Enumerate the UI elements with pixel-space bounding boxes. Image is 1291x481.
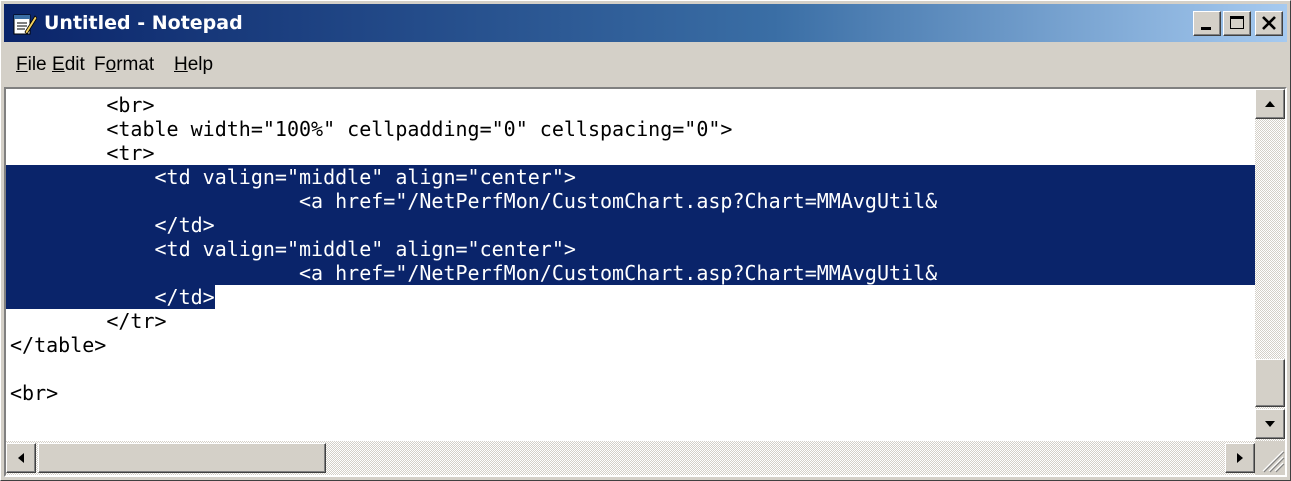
scroll-down-button[interactable] bbox=[1255, 409, 1285, 439]
scroll-right-button[interactable] bbox=[1225, 443, 1255, 473]
menu-edit-label: dit bbox=[64, 54, 85, 75]
arrow-right-icon bbox=[1237, 453, 1243, 463]
menu-help-label: elp bbox=[187, 54, 214, 75]
editor-frame: <br> <table width="100%" cellpadding="0"… bbox=[4, 87, 1287, 477]
minimize-button[interactable] bbox=[1193, 11, 1221, 36]
scroll-left-button[interactable] bbox=[6, 443, 36, 473]
editor-line: <br> bbox=[10, 381, 59, 405]
title-bar[interactable]: Untitled - Notepad bbox=[4, 4, 1287, 42]
arrow-down-icon bbox=[1265, 421, 1275, 427]
horizontal-scrollbar[interactable] bbox=[6, 441, 1255, 475]
menu-file-mnemonic: F bbox=[16, 54, 28, 75]
arrow-left-icon bbox=[18, 453, 24, 463]
editor-line: <br> bbox=[10, 93, 155, 117]
menu-file[interactable]: File bbox=[16, 54, 47, 76]
menu-bar: File Edit Format Help bbox=[4, 45, 1287, 85]
minimize-icon bbox=[1201, 27, 1211, 30]
editor-line: </tr> bbox=[10, 309, 167, 333]
editor-line: <td valign="middle" align="center"> bbox=[10, 165, 576, 189]
menu-help-mnemonic: H bbox=[174, 54, 188, 75]
resize-grip-icon bbox=[1262, 450, 1285, 473]
menu-help[interactable]: Help bbox=[174, 54, 213, 76]
editor-line: </td> bbox=[10, 213, 215, 237]
vertical-scrollbar[interactable] bbox=[1255, 89, 1285, 441]
menu-format-prefix: F bbox=[94, 54, 106, 75]
notepad-window: Untitled - Notepad File Edit Format Help… bbox=[0, 0, 1291, 481]
editor-line: <a href="/NetPerfMon/CustomChart.asp?Cha… bbox=[10, 261, 938, 285]
menu-format-mnemonic: o bbox=[105, 54, 117, 75]
menu-format-label: rmat bbox=[116, 54, 155, 75]
vertical-scroll-thumb[interactable] bbox=[1255, 359, 1285, 407]
window-title: Untitled - Notepad bbox=[44, 12, 243, 34]
editor-line: <tr> bbox=[10, 141, 155, 165]
close-icon bbox=[1262, 16, 1276, 30]
horizontal-scroll-thumb[interactable] bbox=[38, 443, 326, 473]
editor-line: </table> bbox=[10, 333, 107, 357]
editor-line: <a href="/NetPerfMon/CustomChart.asp?Cha… bbox=[10, 189, 938, 213]
menu-format[interactable]: Format bbox=[94, 54, 154, 76]
scroll-up-button[interactable] bbox=[1255, 89, 1285, 119]
notepad-icon[interactable] bbox=[11, 10, 38, 36]
menu-edit[interactable]: Edit bbox=[52, 54, 85, 76]
text-editor[interactable]: <br> <table width="100%" cellpadding="0"… bbox=[6, 89, 1255, 441]
editor-line: <td valign="middle" align="center"> bbox=[10, 237, 576, 261]
editor-line: </td> bbox=[10, 285, 215, 309]
arrow-up-icon bbox=[1265, 101, 1275, 107]
size-grip[interactable] bbox=[1255, 441, 1285, 475]
close-button[interactable] bbox=[1255, 11, 1283, 36]
menu-file-label: ile bbox=[27, 54, 47, 75]
maximize-button[interactable] bbox=[1223, 11, 1251, 36]
maximize-icon bbox=[1230, 16, 1244, 29]
editor-line: <table width="100%" cellpadding="0" cell… bbox=[10, 117, 733, 141]
menu-edit-mnemonic: E bbox=[52, 54, 65, 75]
